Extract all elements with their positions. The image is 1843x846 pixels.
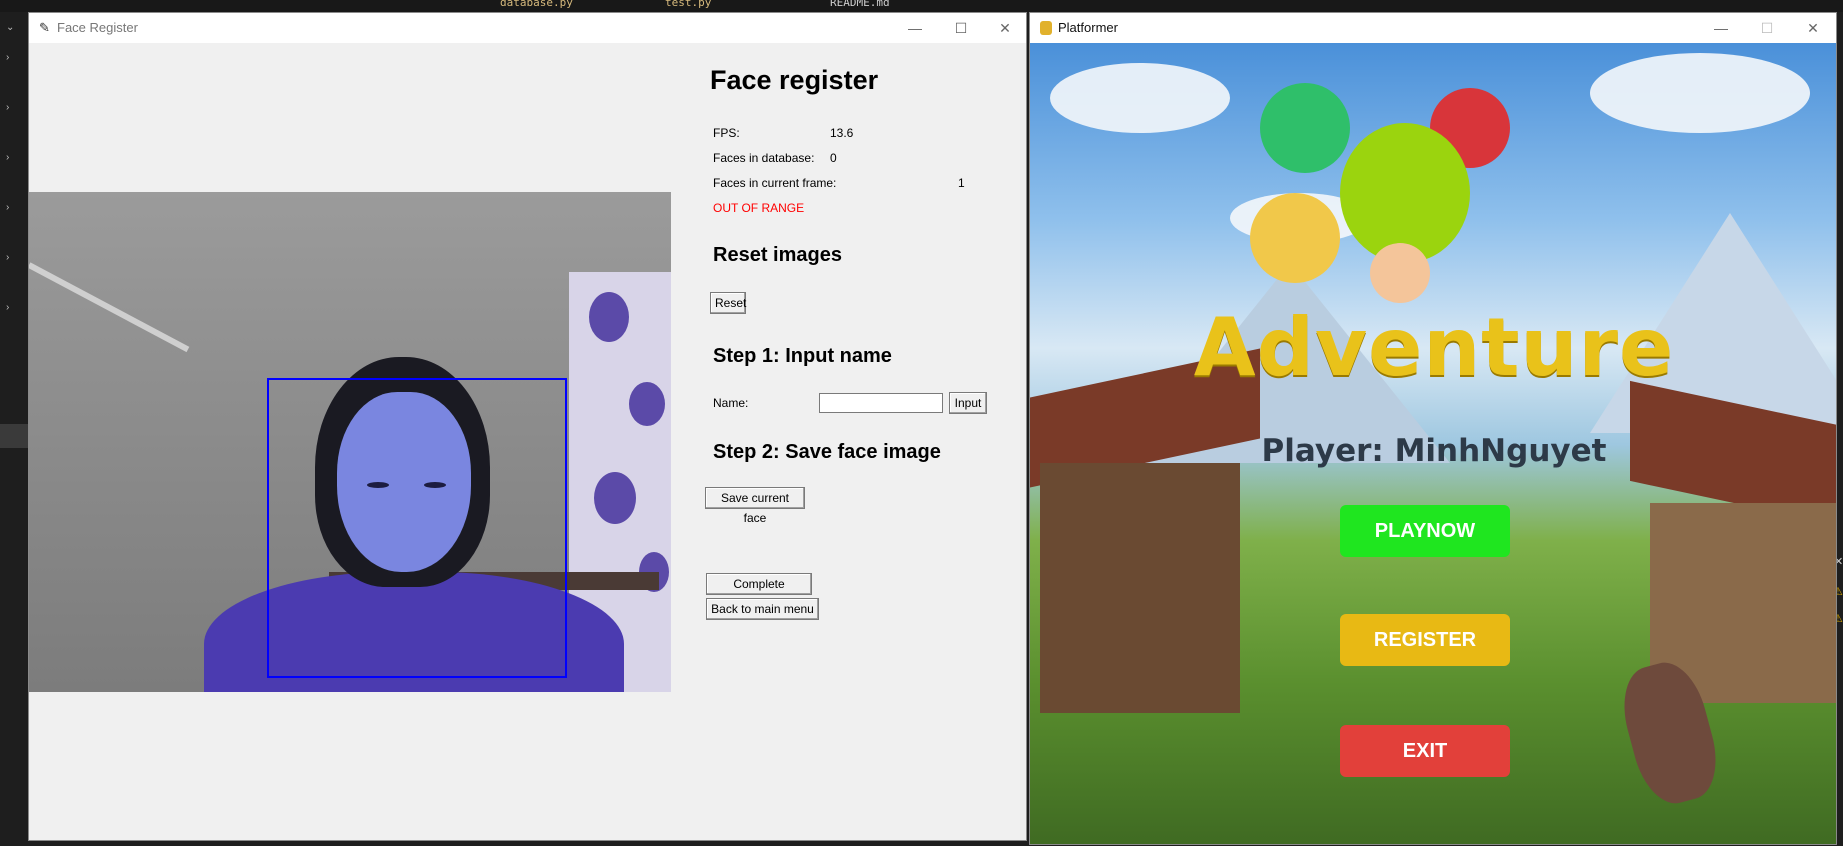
background-editor-gutter: ⌄ › › › › › ›: [0, 12, 28, 846]
editor-tab[interactable]: README.md: [830, 0, 890, 10]
name-input[interactable]: [819, 393, 943, 413]
curtain-pattern: [594, 472, 636, 524]
step2-heading: Step 2: Save face image: [713, 441, 941, 463]
player-name: Player: MinhNguyet: [1261, 433, 1607, 469]
cloud: [1050, 63, 1230, 133]
chevron-right-icon: ›: [6, 52, 10, 63]
hero-character: [1340, 123, 1470, 263]
face-register-titlebar[interactable]: ✎ Face Register — ☐ ✕: [29, 13, 1026, 43]
register-button[interactable]: REGISTER: [1340, 614, 1510, 666]
editor-tab[interactable]: test.py: [665, 0, 711, 10]
close-button[interactable]: ✕: [1790, 13, 1836, 43]
chevron-right-icon: ›: [6, 202, 10, 213]
maximize-button[interactable]: ☐: [938, 13, 984, 43]
minimize-button[interactable]: —: [892, 13, 938, 43]
curtain-pattern: [589, 292, 629, 342]
minimize-button[interactable]: —: [1698, 13, 1744, 43]
page-title: Face register: [710, 65, 879, 95]
hero-character: [1260, 83, 1350, 173]
back-to-main-menu-button[interactable]: Back to main menu: [706, 598, 819, 620]
house: [1040, 463, 1240, 713]
name-label: Name:: [713, 396, 749, 410]
window-title: Platformer: [1058, 20, 1118, 35]
platformer-titlebar[interactable]: Platformer — ☐ ✕: [1030, 13, 1836, 43]
camera-scene-rail: [29, 262, 190, 353]
camera-feed: [29, 192, 671, 692]
chevron-down-icon: ⌄: [6, 22, 15, 33]
window-title: Face Register: [57, 20, 138, 35]
editor-tab[interactable]: database.py: [500, 0, 573, 10]
face-detection-box: [267, 378, 567, 678]
chevron-right-icon: ›: [6, 102, 10, 113]
game-background: Adventure Player: MinhNguyet PLAYNOW REG…: [1030, 43, 1836, 844]
play-now-button[interactable]: PLAYNOW: [1340, 505, 1510, 557]
faces-in-database-label: Faces in database:: [713, 151, 815, 165]
save-face-button[interactable]: Save current face: [705, 487, 805, 525]
chevron-right-icon: ›: [6, 152, 10, 163]
hero-face: [1370, 243, 1430, 303]
exit-button[interactable]: EXIT: [1340, 725, 1510, 777]
face-register-window: ✎ Face Register — ☐ ✕ Face register FPS:…: [28, 12, 1027, 841]
faces-in-database-value: 0: [830, 151, 837, 165]
cloud: [1590, 53, 1810, 133]
input-button[interactable]: Input: [949, 392, 987, 414]
game-title: Adventure: [1193, 301, 1675, 394]
complete-register-button[interactable]: Complete Register: [706, 573, 812, 611]
hero-character: [1250, 193, 1340, 283]
python-icon: [1040, 21, 1052, 35]
curtain-pattern: [629, 382, 665, 426]
background-editor-topbar: database.py test.py README.md: [0, 0, 1843, 12]
chevron-right-icon: ›: [6, 252, 10, 263]
close-button[interactable]: ✕: [982, 13, 1028, 43]
gutter-highlight: [0, 424, 28, 448]
reset-button[interactable]: Reset: [710, 292, 746, 314]
faces-in-frame-label: Faces in current frame:: [713, 176, 837, 190]
reset-heading: Reset images: [713, 244, 842, 266]
status-message: OUT OF RANGE: [713, 201, 805, 215]
maximize-button: ☐: [1760, 20, 1774, 36]
fps-label: FPS:: [713, 126, 740, 140]
platformer-window: Platformer — ☐ ✕ Adventure Player: MinhN…: [1029, 12, 1837, 845]
fps-value: 13.6: [830, 126, 854, 140]
chevron-right-icon: ›: [6, 302, 10, 313]
step1-heading: Step 1: Input name: [713, 345, 892, 367]
faces-in-frame-value: 1: [958, 176, 965, 190]
feather-icon: ✎: [39, 20, 50, 35]
